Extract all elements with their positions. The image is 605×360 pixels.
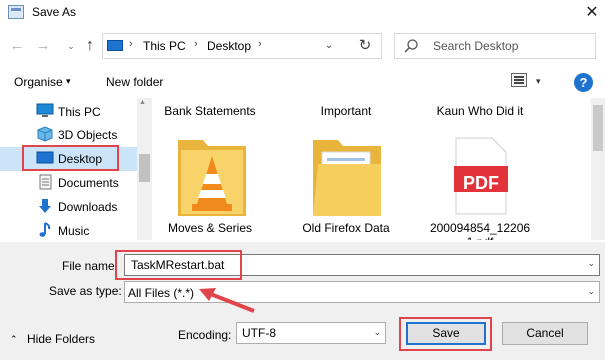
up-arrow-icon[interactable]: ↑ xyxy=(80,36,100,56)
file-list-scrollbar-thumb[interactable] xyxy=(593,105,603,151)
sidebar-item-documents[interactable]: Documents xyxy=(0,171,137,195)
file-name-label: File name: xyxy=(62,259,119,273)
pdf-badge: PDF xyxy=(463,173,499,193)
sidebar-item-label: Music xyxy=(58,224,90,238)
address-bar[interactable]: › This PC › Desktop › xyxy=(102,33,382,59)
sidebar-item-label: 3D Objects xyxy=(58,128,118,142)
search-placeholder: Search Desktop xyxy=(433,39,519,53)
sidebar-item-label: Downloads xyxy=(58,200,118,214)
organise-button[interactable]: Organise xyxy=(14,75,63,89)
annotation-highlight xyxy=(22,145,119,171)
file-name: Old Firefox Data xyxy=(302,221,390,235)
document-icon xyxy=(39,174,52,190)
chevron-down-icon[interactable]: ⌄ xyxy=(587,286,595,297)
sidebar-item-label: Documents xyxy=(58,176,119,190)
folder-label-important[interactable]: Important xyxy=(276,104,416,118)
save-as-type-label: Save as type: xyxy=(49,284,122,298)
chevron-right-icon[interactable]: › xyxy=(194,38,198,50)
annotation-highlight xyxy=(399,317,492,351)
folder-icon xyxy=(313,140,381,216)
list-item[interactable]: PDF 200094854_12206 1.pdf xyxy=(410,122,550,240)
back-arrow-icon[interactable]: ← xyxy=(7,36,27,56)
chevron-down-icon[interactable]: ⌄ xyxy=(373,327,381,338)
breadcrumb-this-pc[interactable]: This PC xyxy=(143,39,186,53)
cube-icon xyxy=(37,126,53,142)
chevron-down-icon[interactable]: ⌄ xyxy=(587,258,595,269)
refresh-icon[interactable]: ↻ xyxy=(352,33,378,59)
sidebar-item-this-pc[interactable]: This PC xyxy=(0,100,137,124)
sidebar-item-label: This PC xyxy=(58,105,101,119)
save-as-type-value: All Files (*.*) xyxy=(128,286,195,300)
view-options-icon[interactable] xyxy=(511,73,527,87)
title-bar xyxy=(0,0,605,28)
download-icon xyxy=(39,199,51,213)
sidebar-item-downloads[interactable]: Downloads xyxy=(0,195,137,219)
annotation-highlight xyxy=(115,250,242,280)
recent-locations-chevron-icon[interactable]: ⌄ xyxy=(61,36,81,56)
annotation-arrow xyxy=(199,288,255,313)
chevron-right-icon[interactable]: › xyxy=(129,38,133,50)
new-folder-button[interactable]: New folder xyxy=(106,75,163,89)
encoding-label: Encoding: xyxy=(178,328,232,342)
file-name: Moves & Series xyxy=(167,221,253,235)
address-dropdown-icon[interactable]: ⌄ xyxy=(318,33,340,59)
chevron-right-icon[interactable]: › xyxy=(258,38,262,50)
help-icon[interactable]: ? xyxy=(574,73,593,92)
encoding-select[interactable]: UTF-8 ⌄ xyxy=(236,322,386,344)
chevron-up-icon[interactable]: ⌃ xyxy=(10,334,18,345)
sidebar-item-3d-objects[interactable]: 3D Objects xyxy=(0,123,137,147)
breadcrumb-desktop[interactable]: Desktop xyxy=(207,39,251,53)
window-title: Save As xyxy=(32,5,77,19)
sidebar-scrollbar-thumb[interactable] xyxy=(139,154,150,182)
search-icon xyxy=(404,39,418,53)
hide-folders-button[interactable]: Hide Folders xyxy=(27,332,95,346)
computer-icon xyxy=(36,103,54,117)
cancel-button[interactable]: Cancel xyxy=(502,322,588,345)
save-as-window-icon xyxy=(8,5,24,19)
file-list: Bank Statements Important Kaun Who Did i… xyxy=(152,98,592,240)
this-pc-icon xyxy=(107,40,123,51)
list-item[interactable]: Moves & Series xyxy=(152,122,280,240)
sidebar-item-music[interactable]: Music xyxy=(0,219,137,240)
encoding-value: UTF-8 xyxy=(242,326,276,340)
music-icon xyxy=(39,222,51,237)
close-button[interactable]: ✕ xyxy=(582,3,602,23)
file-name: 200094854_12206 1.pdf xyxy=(429,221,531,240)
scroll-up-icon[interactable]: ▲ xyxy=(139,99,146,106)
folder-label-bank-statements[interactable]: Bank Statements xyxy=(152,104,280,118)
chevron-down-icon[interactable]: ▾ xyxy=(66,76,71,87)
search-input[interactable]: Search Desktop xyxy=(394,33,596,59)
chevron-down-icon[interactable]: ▾ xyxy=(536,76,541,87)
vlc-folder-icon xyxy=(178,140,246,216)
folder-label-kaun-who-did-it[interactable]: Kaun Who Did it xyxy=(410,104,550,118)
forward-arrow-icon[interactable]: → xyxy=(33,36,53,56)
list-item[interactable]: Old Firefox Data xyxy=(276,122,416,240)
